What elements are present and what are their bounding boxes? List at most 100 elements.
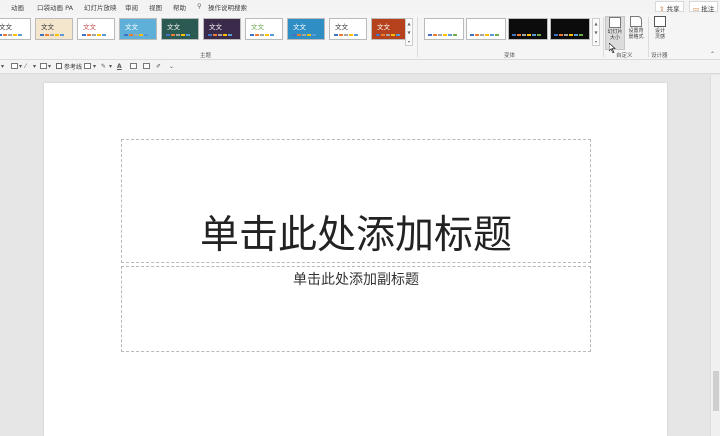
- share-icon: ⇧: [659, 5, 665, 13]
- theme-sample-text: 文文: [209, 23, 222, 31]
- variant-gallery-scroll[interactable]: ▲ ▼ ▾: [592, 18, 600, 46]
- theme-color-swatches: [82, 34, 106, 36]
- theme-color-swatches: [124, 34, 148, 36]
- theme-sample-text: 文文: [377, 23, 390, 31]
- dropdown-arrow-icon[interactable]: ▾: [48, 63, 51, 70]
- theme-gallery-scroll[interactable]: ▲ ▼ ▾: [405, 18, 413, 46]
- theme-thumbnail[interactable]: 文文: [245, 18, 283, 40]
- theme-color-swatches: [0, 34, 22, 36]
- format-icon[interactable]: ⁄: [25, 63, 26, 70]
- tell-me-search[interactable]: 操作说明搜索: [208, 2, 247, 12]
- theme-sample-text: 文文: [293, 23, 306, 31]
- theme-thumbnail[interactable]: 文文: [77, 18, 115, 40]
- dropdown-arrow-icon[interactable]: ▾: [93, 63, 96, 70]
- layout-icon[interactable]: [11, 63, 18, 69]
- group-separator: [603, 17, 604, 57]
- picture-icon[interactable]: [84, 63, 91, 69]
- theme-thumbnail[interactable]: 文文: [203, 18, 241, 40]
- theme-color-swatches: [166, 34, 190, 36]
- theme-sample-text: 文文: [125, 23, 138, 31]
- theme-sample-text: 文文: [41, 23, 54, 31]
- dropdown-arrow-icon[interactable]: ▾: [1, 63, 4, 70]
- design-ideas-icon: [654, 16, 666, 27]
- format-background-button[interactable]: 设置背景格式: [626, 16, 646, 50]
- theme-thumbnail[interactable]: 文文: [119, 18, 157, 40]
- customize-toolbar-icon[interactable]: ⌄: [169, 63, 174, 70]
- share-label: 共享: [666, 5, 680, 13]
- theme-thumbnail[interactable]: 文文: [0, 18, 31, 40]
- design-ribbon: 文文 文文 文文 文文 文文 文文 文文 文文 文文 文文 ▲ ▼ ▾ 主题 ▲ ▼ ▾ 变体 幻灯片大小…: [0, 14, 720, 60]
- group-separator: [417, 17, 418, 57]
- menu-bar: 动画 口袋动画 PA 幻灯片放映 审阅 视图 帮助 ⚲ 操作说明搜索 ⇧ 共享 …: [0, 0, 720, 14]
- slide-canvas: 单击此处添加标题 单击此处添加副标题: [0, 75, 710, 436]
- theme-sample-text: 文文: [167, 23, 180, 31]
- comments-button[interactable]: ▭ 批注: [689, 1, 719, 13]
- variant-thumbnail[interactable]: [550, 18, 590, 40]
- dropdown-arrow-icon[interactable]: ▾: [109, 63, 112, 70]
- grid-icon[interactable]: [40, 63, 47, 69]
- collapse-ribbon-icon[interactable]: ⌃: [710, 51, 715, 58]
- menu-animations[interactable]: 动画: [11, 2, 24, 12]
- theme-thumbnail[interactable]: 文文: [161, 18, 199, 40]
- theme-color-swatches: [292, 34, 316, 36]
- designer-group-label: 设计器: [651, 53, 668, 59]
- theme-color-swatches: [376, 34, 400, 36]
- mouse-cursor-icon: [609, 43, 616, 53]
- menu-view[interactable]: 视图: [149, 2, 162, 12]
- variant-thumbnail[interactable]: [508, 18, 548, 40]
- slide[interactable]: 单击此处添加标题 单击此处添加副标题: [44, 83, 667, 436]
- align-icon[interactable]: [130, 63, 137, 69]
- menu-review[interactable]: 审阅: [125, 2, 138, 12]
- variant-color-swatches: [428, 34, 457, 36]
- variant-thumbnail[interactable]: [424, 18, 464, 40]
- reference-line-checkbox[interactable]: [56, 63, 62, 69]
- font-color-icon[interactable]: A: [117, 63, 122, 70]
- variant-color-swatches: [512, 34, 541, 36]
- theme-color-swatches: [208, 34, 232, 36]
- pen-icon[interactable]: ✎: [101, 63, 106, 70]
- menu-pocket-animation[interactable]: 口袋动画 PA: [37, 2, 73, 12]
- comments-label: 批注: [701, 5, 715, 13]
- format-background-icon: [630, 16, 642, 27]
- variant-thumbnail[interactable]: [466, 18, 506, 40]
- themes-group-label: 主题: [200, 53, 212, 59]
- theme-color-swatches: [40, 34, 64, 36]
- design-ideas-label: 设计灵感: [654, 28, 665, 40]
- slide-size-icon: [609, 17, 621, 28]
- theme-thumbnail[interactable]: 文文: [371, 18, 409, 40]
- variants-group-label: 变体: [504, 53, 516, 59]
- theme-sample-text: 文文: [83, 23, 96, 31]
- design-ideas-button[interactable]: 设计灵感: [650, 16, 670, 50]
- comment-icon: ▭: [693, 5, 700, 13]
- vertical-scrollbar[interactable]: [710, 75, 720, 436]
- subtitle-placeholder[interactable]: 单击此处添加副标题: [121, 266, 591, 352]
- menu-help[interactable]: 帮助: [173, 2, 186, 12]
- theme-thumbnail[interactable]: 文文: [35, 18, 73, 40]
- dropdown-arrow-icon[interactable]: ▾: [19, 63, 22, 70]
- theme-thumbnail[interactable]: 文文: [329, 18, 367, 40]
- menu-slideshow[interactable]: 幻灯片放映: [84, 2, 117, 12]
- share-button[interactable]: ⇧ 共享: [655, 1, 684, 13]
- reference-line-label: 参考线: [64, 64, 83, 71]
- theme-sample-text: 文文: [251, 23, 264, 31]
- theme-color-swatches: [250, 34, 274, 36]
- theme-sample-text: 文文: [335, 23, 348, 31]
- quick-access-toolbar: ▾ ▾ ⁄ ▾ ▾ 参考线 ▾ ✎ ▾ A ✐ ⌄: [0, 60, 720, 74]
- slide-size-label: 幻灯片大小: [607, 29, 623, 41]
- title-placeholder[interactable]: 单击此处添加标题: [121, 139, 591, 263]
- shape-icon[interactable]: [143, 63, 150, 69]
- title-placeholder-text: 单击此处添加标题: [199, 213, 512, 258]
- group-separator: [648, 17, 649, 57]
- customize-group-label: 自定义: [616, 53, 633, 59]
- theme-sample-text: 文文: [0, 23, 12, 31]
- variant-color-swatches: [470, 34, 499, 36]
- subtitle-placeholder-text: 单击此处添加副标题: [293, 272, 419, 288]
- format-painter-icon[interactable]: ✐: [156, 63, 161, 70]
- scrollbar-thumb[interactable]: [713, 371, 719, 411]
- dropdown-arrow-icon[interactable]: ▾: [33, 63, 36, 70]
- theme-color-swatches: [334, 34, 358, 36]
- format-background-label: 设置背景格式: [628, 28, 644, 40]
- theme-thumbnail[interactable]: 文文: [287, 18, 325, 40]
- lightbulb-icon: ⚲: [197, 2, 202, 10]
- variant-color-swatches: [554, 34, 583, 36]
